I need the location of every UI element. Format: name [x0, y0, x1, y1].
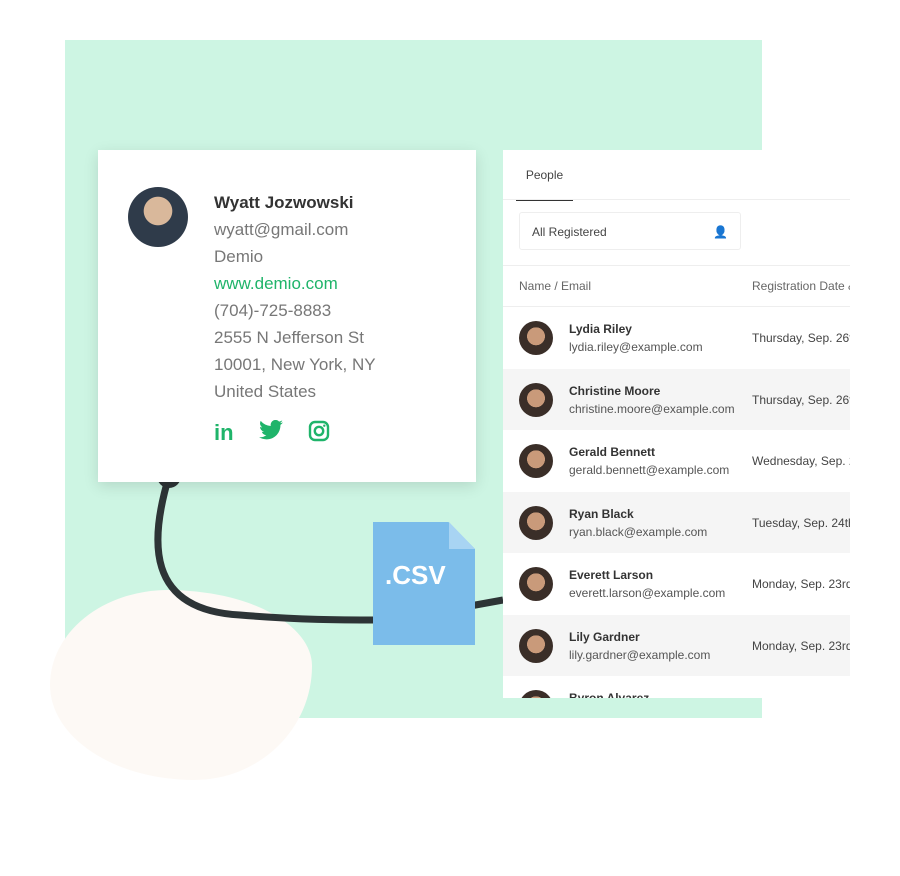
person-name: Lydia Riley	[569, 322, 632, 336]
avatar	[519, 505, 553, 540]
person-name: Lily Gardner	[569, 629, 640, 644]
avatar	[519, 444, 553, 478]
person-name: Ryan Black	[569, 506, 634, 521]
contact-company: Demio	[214, 247, 264, 266]
avatar	[128, 187, 188, 247]
avatar	[519, 628, 553, 663]
registration-date: Monday, Sep. 23rd	[752, 577, 850, 591]
registration-date: Tuesday, Sep. 24th	[752, 515, 850, 530]
person-email: christine.moore@example.com	[569, 401, 735, 416]
person-email: lily.gardner@example.com	[569, 647, 711, 662]
avatar	[519, 321, 553, 355]
table-header: Name / Email Registration Date &	[503, 265, 850, 307]
linkedin-icon[interactable]: in	[214, 420, 234, 446]
contact-email: wyatt@gmail.com	[214, 220, 349, 239]
people-panel: People All Registered 👤 Name / Email Reg…	[503, 150, 850, 698]
contact-name: Wyatt Jozwowski	[214, 193, 354, 212]
registration-filter-select[interactable]: All Registered 👤	[519, 212, 741, 250]
person-name: Everett Larson	[569, 568, 654, 582]
column-registration-date[interactable]: Registration Date &	[752, 266, 850, 306]
table-row[interactable]: Everett Larson everett.larson@example.co…	[503, 553, 850, 614]
table-row[interactable]: Christine Moore christine.moore@example.…	[503, 368, 850, 430]
person-name: Christine Moore	[569, 383, 661, 398]
tab-people[interactable]: People	[516, 150, 573, 201]
contact-phone: (704)-725-8883	[214, 301, 332, 320]
registration-date: Thursday, Sep. 26th	[752, 392, 850, 407]
twitter-icon[interactable]	[258, 420, 284, 442]
filter-label: All Registered	[532, 225, 607, 239]
column-name-email[interactable]: Name / Email	[519, 266, 591, 306]
avatar	[519, 690, 553, 698]
social-links: in	[214, 420, 330, 446]
contact-website[interactable]: www.demio.com	[214, 274, 338, 294]
table-row[interactable]: Ryan Black ryan.black@example.com Tuesda…	[503, 491, 850, 553]
person-email: everett.larson@example.com	[569, 586, 726, 600]
person-email: lydia.riley@example.com	[569, 340, 703, 354]
table-row[interactable]: Gerald Bennett gerald.bennett@example.co…	[503, 430, 850, 491]
person-email: ryan.black@example.com	[569, 524, 708, 539]
avatar	[519, 567, 553, 601]
csv-label: .CSV	[385, 560, 446, 590]
table-row[interactable]: Byron Alvarez	[503, 676, 850, 698]
instagram-icon[interactable]	[308, 420, 330, 442]
contact-country: United States	[214, 382, 317, 401]
contact-city: 10001, New York, NY	[214, 355, 376, 374]
avatar	[519, 382, 553, 417]
contact-card: Wyatt Jozwowski wyatt@gmail.com Demio ww…	[98, 150, 476, 482]
user-icon: 👤	[713, 225, 728, 239]
registration-date: Thursday, Sep. 26th	[752, 331, 850, 345]
table-row[interactable]: Lily Gardner lily.gardner@example.com Mo…	[503, 614, 850, 676]
registration-date: Monday, Sep. 23rd	[752, 638, 850, 653]
contact-street: 2555 N Jefferson St	[214, 328, 364, 347]
registration-date: Wednesday, Sep. 25th	[752, 454, 850, 468]
divider	[503, 199, 850, 200]
person-email: gerald.bennett@example.com	[569, 463, 730, 477]
person-name: Gerald Bennett	[569, 445, 656, 459]
person-name: Byron Alvarez	[569, 691, 650, 698]
table-row[interactable]: Lydia Riley lydia.riley@example.com Thur…	[503, 307, 850, 368]
